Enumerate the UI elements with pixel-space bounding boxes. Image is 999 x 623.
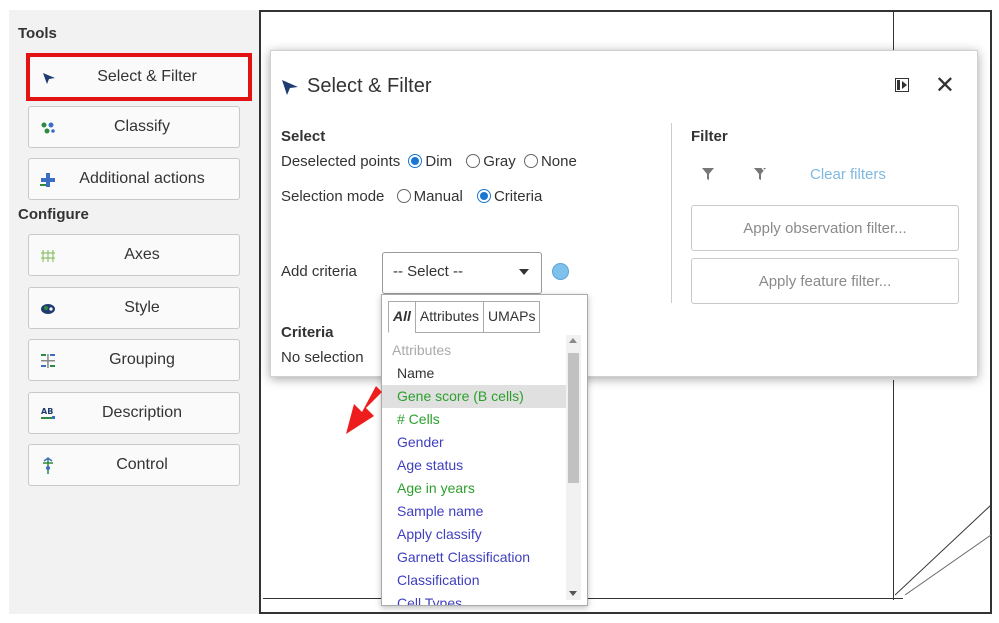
list-item[interactable]: Gene score (B cells)	[382, 385, 566, 408]
grouping-button[interactable]: Grouping	[28, 339, 240, 381]
control-label: Control	[116, 456, 168, 473]
criteria-select-value: -- Select --	[393, 263, 464, 280]
criteria-select[interactable]: -- Select --	[382, 252, 542, 294]
selection-mode-row: Selection mode Manual Criteria	[281, 188, 542, 205]
radio-manual[interactable]	[396, 189, 411, 203]
deselected-points-row: Deselected points Dim Gray None	[281, 153, 577, 170]
style-button[interactable]: Style	[28, 287, 240, 329]
popout-icon[interactable]	[895, 78, 909, 92]
axes-label: Axes	[124, 246, 160, 263]
grouping-icon	[39, 352, 57, 370]
select-filter-dialog: Select & Filter ✕ Select Deselected poin…	[270, 50, 978, 377]
dropdown-tabs: All Attributes UMAPs	[388, 301, 541, 333]
tools-section-title: Tools	[18, 25, 57, 42]
filter-icon[interactable]	[701, 167, 715, 186]
sidebar: Tools Select & Filter Classify Additiona…	[9, 10, 261, 614]
radio-dim[interactable]	[408, 154, 423, 168]
description-button[interactable]: AB Description	[28, 392, 240, 434]
list-item[interactable]: Cell Types	[382, 592, 566, 605]
configure-section-title: Configure	[18, 206, 89, 223]
axes-grid-icon	[39, 247, 57, 265]
radio-dim-label: Dim	[425, 153, 453, 170]
status-dot	[552, 263, 569, 280]
list-item[interactable]: Classification	[382, 569, 566, 592]
plot-axis-line	[893, 10, 894, 50]
classify-button[interactable]: Classify	[28, 106, 240, 148]
scroll-down-icon[interactable]	[569, 591, 577, 596]
list-group-header: Attributes	[392, 342, 452, 358]
list-item[interactable]: Age in years	[382, 477, 566, 500]
select-filter-button[interactable]: Select & Filter	[26, 53, 252, 101]
list-item[interactable]: Garnett Classification	[382, 546, 566, 569]
close-icon[interactable]: ✕	[935, 71, 955, 100]
scroll-up-icon[interactable]	[569, 338, 577, 343]
filter-clear-icon[interactable]	[753, 167, 767, 186]
tab-umaps[interactable]: UMAPs	[483, 301, 541, 333]
radio-criteria-label: Criteria	[493, 188, 543, 205]
selection-mode-label: Selection mode	[281, 188, 385, 205]
criteria-empty-text: No selection	[281, 349, 364, 366]
classify-label: Classify	[113, 118, 170, 135]
chevron-down-icon	[519, 269, 529, 275]
radio-criteria[interactable]	[476, 189, 491, 203]
list-item[interactable]: Sample name	[382, 500, 566, 523]
clear-filters-link[interactable]: Clear filters	[810, 166, 886, 183]
classify-icon	[39, 119, 57, 137]
section-divider	[671, 123, 672, 303]
scrollbar[interactable]	[566, 335, 581, 600]
plus-icon	[39, 171, 57, 189]
list-item[interactable]: # Cells	[382, 408, 566, 431]
plot-trace-line	[895, 505, 992, 596]
criteria-section-title: Criteria	[281, 324, 334, 341]
additional-actions-label: Additional actions	[79, 170, 205, 187]
plot-axis-line	[893, 380, 894, 600]
list-item[interactable]: Apply classify	[382, 523, 566, 546]
description-label: Description	[101, 404, 183, 421]
radio-manual-label: Manual	[413, 188, 463, 205]
deselected-points-label: Deselected points	[281, 153, 401, 170]
cursor-arrow-icon	[40, 69, 58, 87]
radio-none[interactable]	[523, 154, 538, 168]
tab-all[interactable]: All	[388, 301, 416, 333]
cursor-arrow-icon	[281, 78, 299, 101]
list-item[interactable]: Name	[382, 362, 566, 385]
select-section-title: Select	[281, 128, 326, 145]
svg-text:AB: AB	[41, 407, 53, 416]
apply-observation-filter-button[interactable]: Apply observation filter...	[691, 205, 959, 251]
description-icon: AB	[39, 405, 57, 423]
dropdown-list: Attributes Name Gene score (B cells) # C…	[382, 339, 566, 605]
scrollbar-thumb[interactable]	[568, 353, 579, 483]
radio-gray[interactable]	[466, 154, 481, 168]
list-item[interactable]: Gender	[382, 431, 566, 454]
control-icon	[39, 457, 57, 475]
additional-actions-button[interactable]: Additional actions	[28, 158, 240, 200]
filter-section-title: Filter	[691, 128, 728, 145]
style-icon	[39, 300, 57, 318]
criteria-dropdown: All Attributes UMAPs Attributes Name Gen…	[381, 294, 588, 606]
radio-gray-label: Gray	[483, 153, 516, 170]
add-criteria-label: Add criteria	[281, 263, 357, 280]
select-filter-label: Select & Filter	[97, 68, 197, 85]
list-item[interactable]: Age status	[382, 454, 566, 477]
apply-feature-filter-button[interactable]: Apply feature filter...	[691, 258, 959, 304]
axes-button[interactable]: Axes	[28, 234, 240, 276]
red-arrow-icon	[346, 386, 382, 434]
dialog-title: Select & Filter	[307, 75, 432, 97]
grouping-label: Grouping	[109, 351, 175, 368]
radio-none-label: None	[540, 153, 577, 170]
style-label: Style	[124, 299, 160, 316]
control-button[interactable]: Control	[28, 444, 240, 486]
tab-attributes[interactable]: Attributes	[414, 301, 485, 333]
